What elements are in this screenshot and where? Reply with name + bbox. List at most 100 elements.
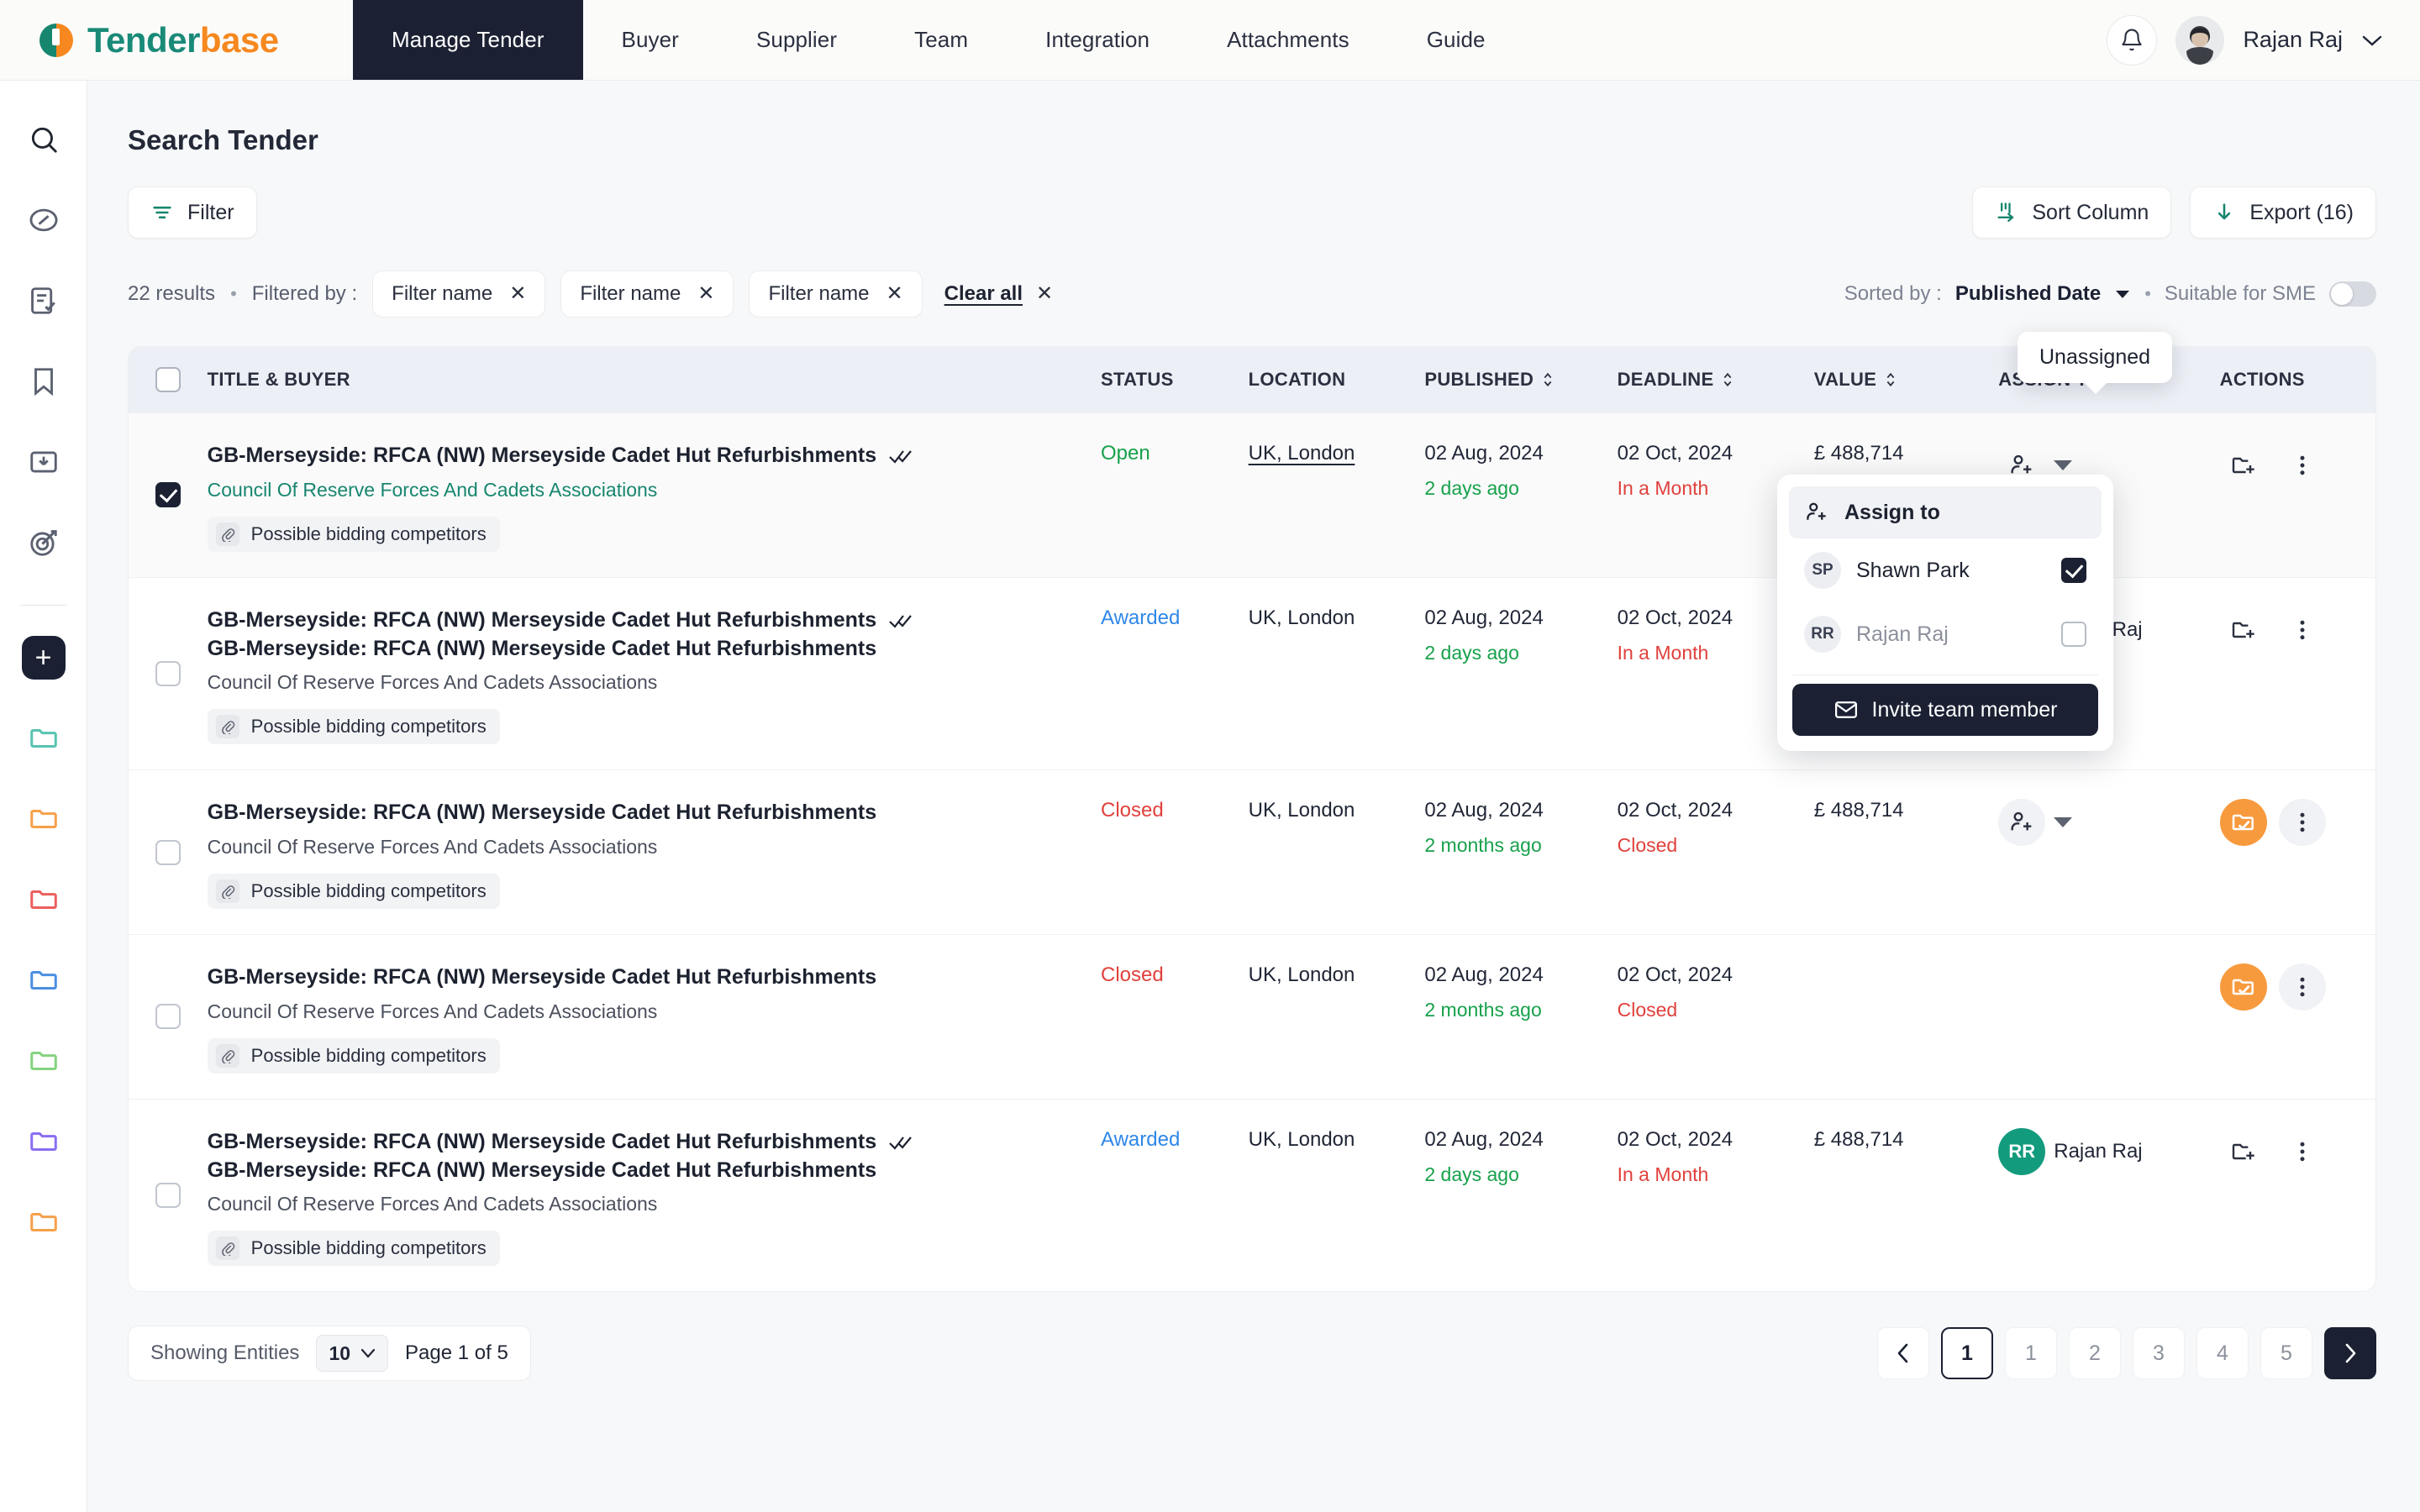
pagination-next-button[interactable] <box>2324 1327 2376 1379</box>
pagination-prev-button[interactable] <box>1877 1327 1929 1379</box>
nav-item-integration[interactable]: Integration <box>1007 0 1188 80</box>
page-size-select[interactable]: 10 <box>316 1335 388 1372</box>
sidebar-item-archive[interactable] <box>20 438 67 486</box>
sidebar-folder-3[interactable] <box>20 876 67 923</box>
sidebar-item-bookmarks[interactable] <box>20 358 67 405</box>
bell-icon <box>2119 28 2144 53</box>
double-check-icon <box>888 448 913 465</box>
sidebar-folder-5[interactable] <box>20 1037 67 1084</box>
pagination-page-1[interactable]: 1 <box>2005 1327 2057 1379</box>
row-more-menu-button[interactable] <box>2279 963 2326 1011</box>
assign-dropdown-caret[interactable] <box>2054 460 2072 470</box>
filter-chip-1[interactable]: Filter name ✕ <box>372 270 545 318</box>
buyer-name[interactable]: Council Of Reserve Forces And Cadets Ass… <box>208 836 1101 858</box>
nav-item-supplier[interactable]: Supplier <box>718 0 876 80</box>
nav-item-buyer[interactable]: Buyer <box>583 0 718 80</box>
filter-chip-3[interactable]: Filter name ✕ <box>749 270 922 318</box>
clear-all-button[interactable]: Clear all ✕ <box>944 282 1054 306</box>
select-all-checkbox[interactable] <box>155 367 181 392</box>
export-button[interactable]: Export (16) <box>2190 186 2376 239</box>
add-to-folder-button[interactable] <box>2220 1128 2267 1175</box>
pagination-page-3[interactable]: 3 <box>2133 1327 2185 1379</box>
table-row[interactable]: GB-Merseyside: RFCA (NW) Merseyside Cade… <box>129 769 2375 934</box>
saved-to-folder-button[interactable] <box>2220 963 2267 1011</box>
sidebar-folder-6[interactable] <box>20 1118 67 1165</box>
location-text[interactable]: UK, London <box>1249 799 1355 822</box>
row-more-menu-button[interactable] <box>2279 1128 2326 1175</box>
table-row[interactable]: GB-Merseyside: RFCA (NW) Merseyside Cade… <box>129 1099 2375 1292</box>
row-checkbox[interactable] <box>155 1004 181 1029</box>
filter-chip-2[interactable]: Filter name ✕ <box>560 270 734 318</box>
tender-title[interactable]: GB-Merseyside: RFCA (NW) Merseyside Cade… <box>208 799 876 827</box>
competitors-tag[interactable]: Possible bidding competitors <box>208 517 500 552</box>
pagination-page-4[interactable]: 4 <box>2196 1327 2249 1379</box>
location-text[interactable]: UK, London <box>1249 963 1355 986</box>
row-more-menu-button[interactable] <box>2279 606 2326 654</box>
member-checkbox[interactable] <box>2061 622 2086 647</box>
nav-item-team[interactable]: Team <box>876 0 1007 80</box>
buyer-name[interactable]: Council Of Reserve Forces And Cadets Ass… <box>208 1193 1101 1215</box>
row-more-menu-button[interactable] <box>2279 442 2326 489</box>
sidebar-item-documents[interactable] <box>20 277 67 324</box>
sidebar-item-blocked[interactable] <box>20 197 67 244</box>
tender-title[interactable]: GB-Merseyside: RFCA (NW) Merseyside Cade… <box>208 606 876 635</box>
chevron-down-icon[interactable] <box>2114 289 2131 300</box>
sorted-by-value[interactable]: Published Date <box>1955 282 2101 306</box>
assign-user-button[interactable] <box>1998 799 2045 846</box>
header-published[interactable]: PUBLISHED <box>1424 369 1617 391</box>
assignee-avatar[interactable]: RR <box>1998 1128 2045 1175</box>
assign-dropdown-caret[interactable] <box>2054 817 2072 827</box>
row-checkbox[interactable] <box>155 661 181 686</box>
header-value[interactable]: VALUE <box>1814 369 1999 391</box>
tender-title[interactable]: GB-Merseyside: RFCA (NW) Merseyside Cade… <box>208 1128 876 1157</box>
location-text[interactable]: UK, London <box>1249 1128 1355 1151</box>
brand-logo[interactable]: Tenderbase <box>0 0 353 80</box>
competitors-tag[interactable]: Possible bidding competitors <box>208 1231 500 1266</box>
tender-title[interactable]: GB-Merseyside: RFCA (NW) Merseyside Cade… <box>208 963 876 992</box>
sidebar-folder-4[interactable] <box>20 957 67 1004</box>
add-to-folder-button[interactable] <box>2220 606 2267 654</box>
header-deadline[interactable]: DEADLINE <box>1618 369 1814 391</box>
competitors-tag[interactable]: Possible bidding competitors <box>208 1038 500 1074</box>
row-more-menu-button[interactable] <box>2279 799 2326 846</box>
row-checkbox[interactable] <box>155 482 181 507</box>
sidebar-folder-2[interactable] <box>20 795 67 843</box>
invite-team-member-button[interactable]: Invite team member <box>1792 684 2098 736</box>
notifications-button[interactable] <box>2107 15 2157 66</box>
chevron-down-icon[interactable] <box>2361 34 2383 47</box>
competitors-tag[interactable]: Possible bidding competitors <box>208 874 500 909</box>
location-text[interactable]: UK, London <box>1249 606 1355 629</box>
member-checkbox[interactable] <box>2061 558 2086 583</box>
sidebar-item-target[interactable] <box>20 519 67 566</box>
sidebar-folder-7[interactable] <box>20 1199 67 1246</box>
nav-item-guide[interactable]: Guide <box>1388 0 1524 80</box>
assign-member-rajan-raj[interactable]: RR Rajan Raj <box>1789 602 2102 666</box>
sort-column-button[interactable]: Sort Column <box>1972 186 2171 239</box>
competitors-tag[interactable]: Possible bidding competitors <box>208 709 500 744</box>
nav-item-attachments[interactable]: Attachments <box>1188 0 1388 80</box>
filter-button[interactable]: Filter <box>128 186 257 239</box>
pagination-page-2[interactable]: 2 <box>2069 1327 2121 1379</box>
assign-member-shawn-park[interactable]: SP Shawn Park <box>1789 538 2102 602</box>
pagination-current-page[interactable]: 1 <box>1941 1327 1993 1379</box>
close-icon[interactable]: ✕ <box>886 284 903 304</box>
sidebar-add-button[interactable]: + <box>22 636 66 680</box>
sidebar-item-search[interactable] <box>20 116 67 163</box>
add-to-folder-button[interactable] <box>2220 442 2267 489</box>
buyer-name[interactable]: Council Of Reserve Forces And Cadets Ass… <box>208 479 1101 501</box>
table-row[interactable]: GB-Merseyside: RFCA (NW) Merseyside Cade… <box>129 934 2375 1099</box>
pagination-page-5[interactable]: 5 <box>2260 1327 2312 1379</box>
avatar[interactable] <box>2175 16 2224 65</box>
row-checkbox[interactable] <box>155 840 181 865</box>
sme-toggle[interactable] <box>2329 281 2376 307</box>
buyer-name[interactable]: Council Of Reserve Forces And Cadets Ass… <box>208 1000 1101 1023</box>
close-icon[interactable]: ✕ <box>509 284 526 304</box>
location-link[interactable]: UK, London <box>1249 442 1355 465</box>
saved-to-folder-button[interactable] <box>2220 799 2267 846</box>
tender-title[interactable]: GB-Merseyside: RFCA (NW) Merseyside Cade… <box>208 442 876 470</box>
nav-item-manage-tender[interactable]: Manage Tender <box>353 0 583 80</box>
row-checkbox[interactable] <box>155 1183 181 1208</box>
buyer-name[interactable]: Council Of Reserve Forces And Cadets Ass… <box>208 671 1101 694</box>
sidebar-folder-1[interactable] <box>20 715 67 762</box>
close-icon[interactable]: ✕ <box>697 284 714 304</box>
